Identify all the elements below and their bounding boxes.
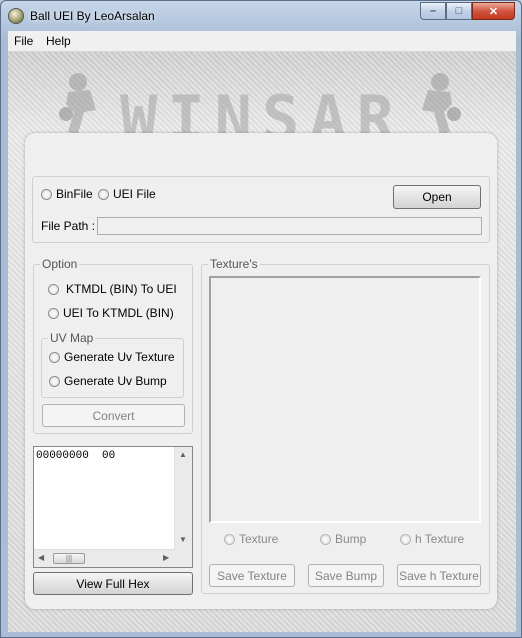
window-title: Ball UEI By LeoArsalan — [30, 9, 155, 23]
radio-uei-to-ktmdl-label: UEI To KTMDL (BIN) — [63, 306, 174, 320]
radio-ueifile[interactable]: UEI File — [98, 187, 156, 201]
option-group: Option KTMDL (BIN) To UEI UEI To KTMDL (… — [33, 257, 193, 434]
save-h-texture-button[interactable]: Save h Texture — [397, 564, 481, 587]
textures-group-title: Texture's — [208, 257, 260, 271]
save-bump-button[interactable]: Save Bump — [308, 564, 384, 587]
radio-circle-icon — [98, 188, 109, 200]
ball-icon — [8, 8, 24, 24]
option-group-title: Option — [40, 257, 80, 271]
radio-circle-icon — [320, 533, 331, 545]
radio-circle-icon — [224, 533, 235, 545]
convert-button[interactable]: Convert — [42, 404, 185, 427]
scroll-left-icon[interactable]: ◀ — [38, 553, 44, 562]
file-group: BinFile UEI File Open File Path : — [32, 176, 490, 243]
radio-texture[interactable]: Texture — [224, 532, 278, 546]
radio-h-texture[interactable]: h Texture — [400, 532, 464, 546]
menu-help[interactable]: Help — [46, 34, 71, 48]
scroll-right-icon[interactable]: ▶ — [163, 553, 169, 562]
radio-texture-label: Texture — [239, 532, 279, 546]
radio-circle-icon — [49, 375, 60, 387]
main-panel: BinFile UEI File Open File Path : Option… — [25, 133, 497, 609]
file-path-field[interactable] — [97, 217, 482, 235]
title-bar[interactable]: Ball UEI By LeoArsalan – □ ✕ — [1, 1, 521, 31]
radio-circle-icon — [48, 307, 59, 319]
scroll-up-icon[interactable]: ▲ — [179, 450, 187, 459]
radio-generate-uv-texture-label: Generate Uv Texture — [64, 350, 175, 364]
hex-content: 00000000 00 — [36, 450, 116, 462]
minimize-button[interactable]: – — [420, 2, 446, 20]
radio-bump[interactable]: Bump — [320, 532, 366, 546]
open-button[interactable]: Open — [393, 185, 481, 209]
hex-vertical-scrollbar[interactable]: ▲ ▼ — [174, 447, 192, 550]
view-full-hex-button[interactable]: View Full Hex — [33, 572, 193, 595]
radio-generate-uv-bump-label: Generate Uv Bump — [64, 374, 167, 388]
radio-ktmdl-to-uei-label: KTMDL (BIN) To UEI — [66, 282, 177, 296]
radio-binfile-label: BinFile — [56, 187, 93, 201]
hex-scroll-thumb[interactable]: ||| — [53, 553, 85, 564]
radio-ktmdl-to-uei[interactable]: KTMDL (BIN) To UEI — [48, 282, 177, 296]
radio-ueifile-label: UEI File — [113, 187, 156, 201]
uv-map-group: UV Map Generate Uv Texture Generate Uv B… — [41, 331, 184, 398]
radio-uei-to-ktmdl[interactable]: UEI To KTMDL (BIN) — [48, 306, 174, 320]
menu-bar: File Help — [8, 31, 516, 52]
file-path-label: File Path : — [41, 219, 96, 233]
radio-circle-icon — [49, 351, 60, 363]
maximize-button[interactable]: □ — [446, 2, 472, 20]
scroll-corner — [175, 550, 192, 567]
client-area: WINSAR BinFile UEI File Open File Path :… — [8, 52, 516, 632]
radio-binfile[interactable]: BinFile — [41, 187, 93, 201]
radio-circle-icon — [400, 533, 411, 545]
close-button[interactable]: ✕ — [472, 2, 515, 20]
radio-circle-icon — [48, 283, 59, 295]
scroll-down-icon[interactable]: ▼ — [179, 535, 187, 544]
radio-generate-uv-bump[interactable]: Generate Uv Bump — [49, 374, 167, 388]
uv-map-title: UV Map — [48, 331, 96, 345]
app-window: Ball UEI By LeoArsalan – □ ✕ File Help W… — [0, 0, 522, 638]
radio-circle-icon — [41, 188, 52, 200]
save-texture-button[interactable]: Save Texture — [209, 564, 295, 587]
hex-horizontal-scrollbar[interactable]: ◀ ||| ▶ — [34, 549, 175, 567]
radio-generate-uv-texture[interactable]: Generate Uv Texture — [49, 350, 175, 364]
radio-bump-label: Bump — [335, 532, 367, 546]
radio-h-texture-label: h Texture — [415, 532, 465, 546]
hex-viewer[interactable]: 00000000 00 ▲ ▼ ◀ ||| ▶ — [33, 446, 193, 568]
menu-file[interactable]: File — [14, 34, 33, 48]
caption-buttons: – □ ✕ — [420, 2, 515, 21]
texture-preview — [209, 276, 481, 523]
